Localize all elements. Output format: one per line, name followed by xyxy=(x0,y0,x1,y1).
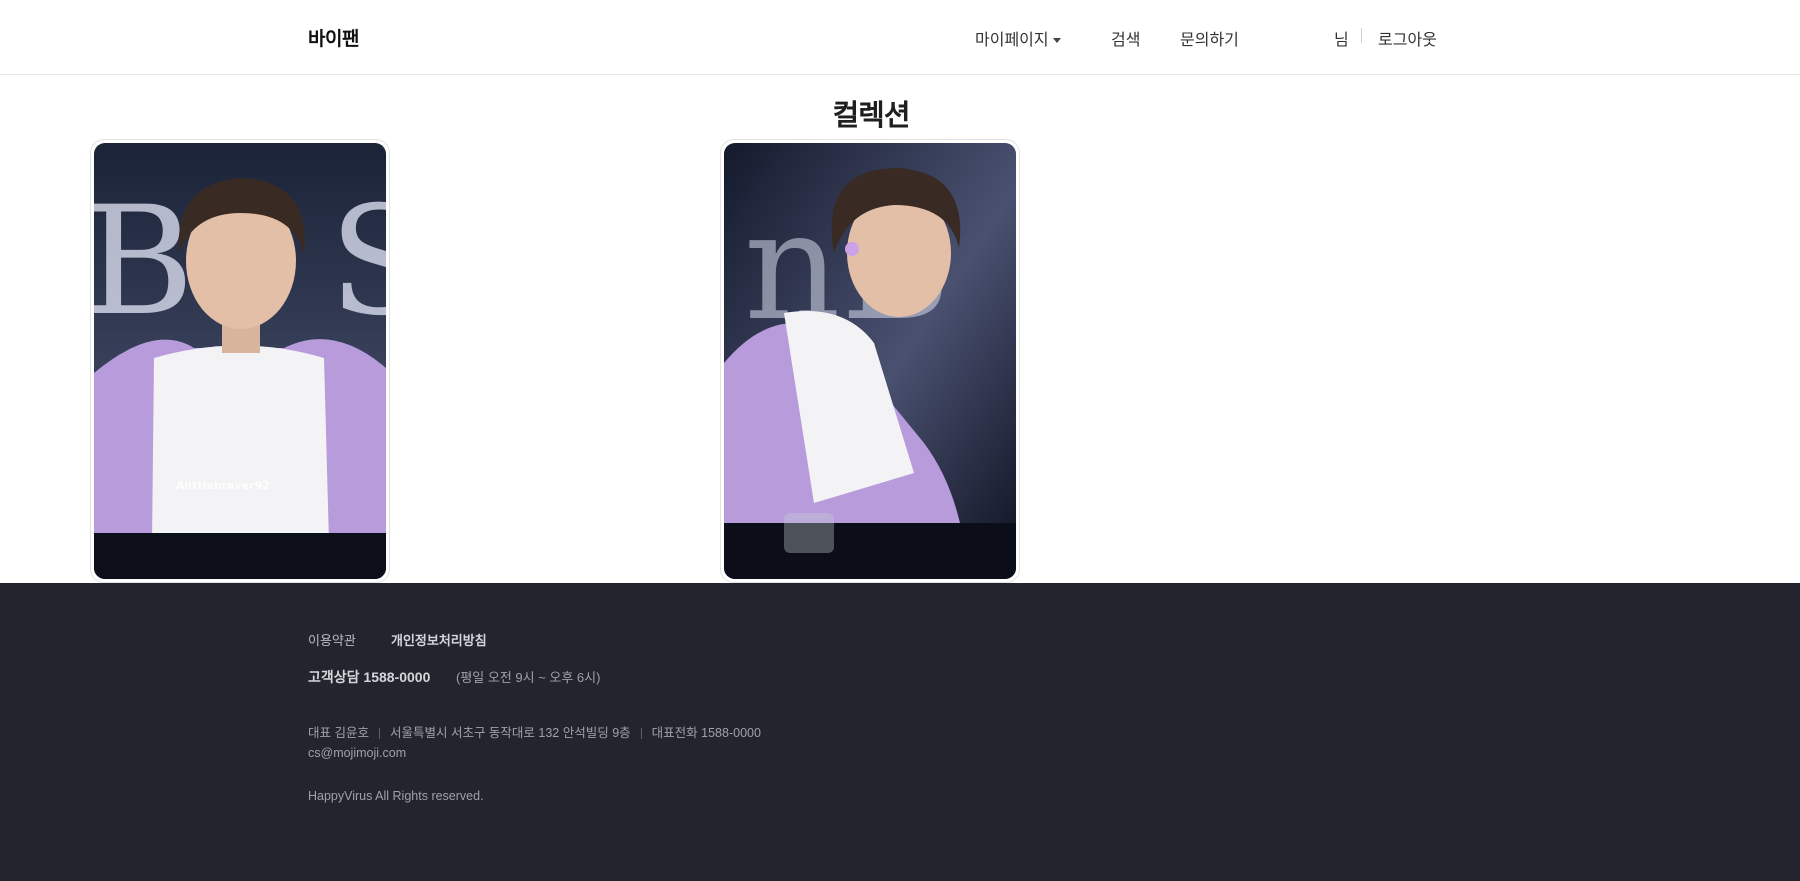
info-divider xyxy=(378,728,380,740)
collection-card[interactable]: B S Alittlebraver92 xyxy=(90,139,390,583)
user-greeting: 님 xyxy=(1334,32,1349,49)
nav-inquiry-link[interactable]: 문의하기 xyxy=(1180,26,1239,50)
top-navbar: 바이팬 마이페이지 검색 문의하기 님 로그아웃 xyxy=(0,0,1800,75)
company-ceo: 대표 김윤호 xyxy=(308,726,369,740)
nav-mypage-dropdown[interactable]: 마이페이지 xyxy=(975,26,1061,50)
footer-privacy-link[interactable]: 개인정보처리방침 xyxy=(391,630,487,649)
nav-divider xyxy=(1361,28,1362,43)
company-info: 대표 김윤호 서울특별시 서초구 동작대로 132 안석빌딩 9층 대표전화 158… xyxy=(308,722,761,741)
caret-down-icon xyxy=(1052,38,1061,44)
collection-card[interactable]: nB xyxy=(720,139,1020,583)
customer-service-hours: (평일 오전 9시 ~ 오후 6시) xyxy=(456,670,601,685)
nav-search-link[interactable]: 검색 xyxy=(1111,26,1140,50)
svg-text:S: S xyxy=(329,175,386,349)
page-title: 컬렉션 xyxy=(832,100,910,132)
collection-photo: B S Alittlebraver92 xyxy=(94,143,386,579)
logout-link[interactable]: 로그아웃 xyxy=(1378,26,1437,50)
site-footer: 이용약관 개인정보처리방침 고객상담 1588-0000 (평일 오전 9시 ~… xyxy=(0,583,1800,881)
photo-watermark: Alittlebraver92 xyxy=(176,479,270,492)
nav-mypage-label: 마이페이지 xyxy=(975,32,1049,49)
customer-service-phone: 고객상담 1588-0000 xyxy=(308,669,431,685)
company-phone: 대표전화 1588-0000 xyxy=(651,726,761,740)
footer-terms-link[interactable]: 이용약관 xyxy=(308,630,356,649)
company-address: 서울특별시 서초구 동작대로 132 안석빌딩 9층 xyxy=(389,726,631,740)
site-logo[interactable]: 바이팬 xyxy=(308,24,359,51)
svg-text:B: B xyxy=(94,175,194,349)
info-divider xyxy=(640,728,642,740)
company-email: cs@mojimoji.com xyxy=(308,746,407,760)
collection-photo: nB xyxy=(724,143,1016,579)
copyright-text: HappyVirus All Rights reserved. xyxy=(308,789,484,803)
